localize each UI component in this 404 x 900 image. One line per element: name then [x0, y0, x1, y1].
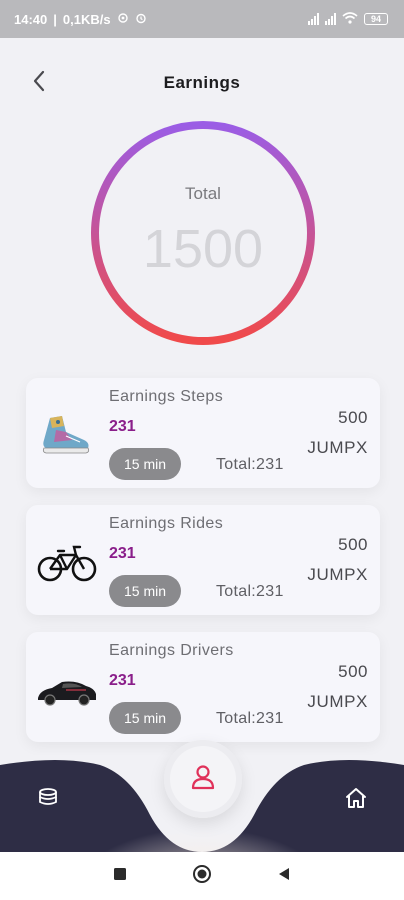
battery-icon: 94	[364, 13, 388, 25]
card-title: Earnings Rides	[109, 515, 224, 532]
card-amount: 500	[338, 535, 368, 554]
sneaker-icon	[36, 406, 98, 460]
total-value: 1500	[142, 219, 264, 279]
system-navigation-bar	[0, 852, 404, 900]
coins-icon	[36, 786, 60, 815]
status-network-speed: 0,1KB/s	[62, 11, 111, 27]
total-ring: Total 1500	[88, 118, 318, 348]
total-label: Total	[185, 184, 221, 203]
card-unit: JUMPX	[307, 692, 368, 711]
card-total: Total:231	[216, 583, 284, 600]
card-unit: JUMPX	[307, 438, 368, 457]
status-time: 14:40	[14, 11, 48, 27]
card-unit: JUMPX	[307, 565, 368, 584]
user-icon	[188, 762, 218, 797]
card-value: 231	[109, 672, 136, 689]
status-separator: |	[53, 11, 57, 27]
card-value: 231	[109, 545, 136, 562]
card-total: Total:231	[216, 456, 284, 473]
status-right: 94	[308, 11, 388, 27]
card-amount: 500	[338, 662, 368, 681]
card-title: Earnings Steps	[109, 388, 224, 405]
status-left: 14:40 | 0,1KB/s	[14, 12, 147, 27]
home-system-button[interactable]	[192, 864, 212, 889]
bicycle-icon	[36, 533, 98, 587]
square-icon	[114, 867, 126, 885]
earnings-card-steps[interactable]: Earnings Steps 231 15 min Total:231 500 …	[26, 378, 380, 488]
earnings-card-rides[interactable]: Earnings Rides 231 15 min Total:231 500 …	[26, 505, 380, 615]
header: Earnings	[0, 60, 404, 106]
time-pill[interactable]: 15 min	[109, 448, 181, 480]
card-title: Earnings Drivers	[109, 642, 234, 659]
back-button[interactable]	[24, 68, 54, 98]
home-icon	[344, 786, 368, 815]
signal-icon-2	[325, 13, 336, 25]
chevron-left-icon	[32, 70, 46, 97]
page-title: Earnings	[163, 73, 241, 92]
profile-fab-button[interactable]	[164, 740, 242, 818]
signal-icon	[308, 13, 319, 25]
status-bar: 14:40 | 0,1KB/s 94	[0, 0, 404, 38]
alarm-icon	[135, 12, 147, 27]
coins-nav-button[interactable]	[33, 785, 63, 815]
card-value: 231	[109, 418, 136, 435]
home-nav-button[interactable]	[341, 785, 371, 815]
back-system-button[interactable]	[274, 866, 294, 886]
recents-button[interactable]	[110, 866, 130, 886]
card-total: Total:231	[216, 710, 284, 727]
time-pill[interactable]: 15 min	[109, 575, 181, 607]
wifi-icon	[342, 11, 358, 27]
earnings-card-drivers[interactable]: Earnings Drivers 231 15 min Total:231 50…	[26, 632, 380, 742]
triangle-back-icon	[278, 867, 290, 886]
sync-icon	[117, 12, 129, 27]
circle-icon	[192, 864, 212, 889]
time-pill[interactable]: 15 min	[109, 702, 181, 734]
car-icon	[36, 660, 98, 714]
card-amount: 500	[338, 408, 368, 427]
